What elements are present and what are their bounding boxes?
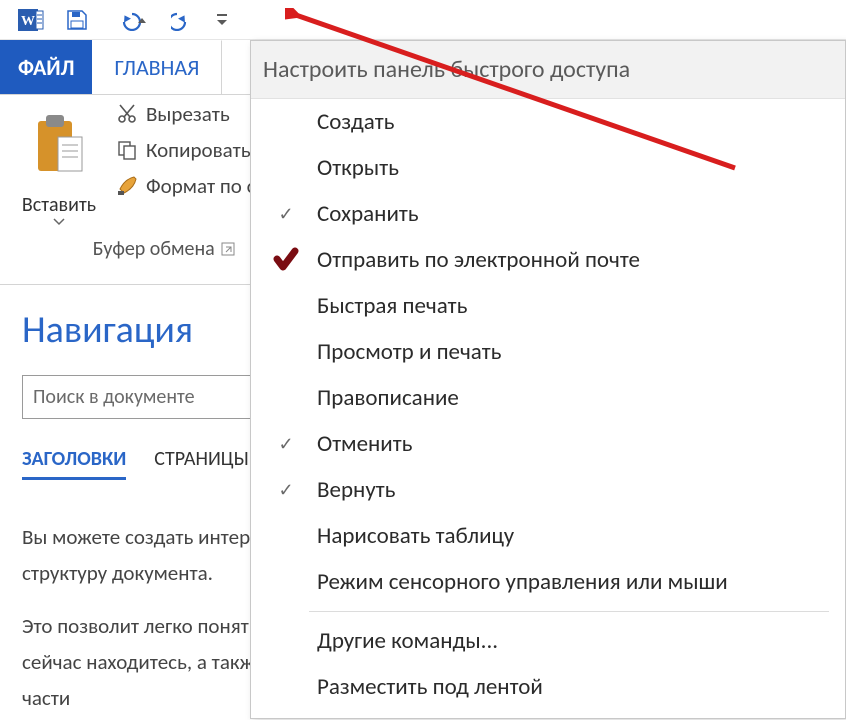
paste-button[interactable]: Вставить bbox=[8, 101, 110, 227]
cut-label: Вырезать bbox=[146, 101, 230, 127]
chevron-down-icon bbox=[53, 217, 65, 227]
undo-icon[interactable] bbox=[104, 1, 156, 39]
menu-item-label: Открыть bbox=[317, 154, 399, 182]
menu-item-spelling[interactable]: Правописание bbox=[251, 375, 845, 421]
dialog-launcher-icon[interactable] bbox=[221, 242, 235, 256]
menu-separator bbox=[309, 611, 829, 612]
cursor-check-icon bbox=[269, 247, 303, 273]
copy-icon bbox=[116, 139, 138, 161]
nav-tab-pages[interactable]: СТРАНИЦЫ bbox=[154, 447, 249, 480]
menu-item-save[interactable]: ✓ Сохранить bbox=[251, 191, 845, 237]
paintbrush-icon bbox=[116, 175, 138, 197]
menu-item-label: Режим сенсорного управления или мыши bbox=[317, 568, 728, 596]
check-icon: ✓ bbox=[278, 203, 293, 225]
menu-item-label: Создать bbox=[317, 108, 394, 136]
menu-item-quick-print[interactable]: Быстрая печать bbox=[251, 283, 845, 329]
clipboard-group-label: Буфер обмена bbox=[93, 237, 215, 261]
menu-item-redo[interactable]: ✓ Вернуть bbox=[251, 467, 845, 513]
paste-icon bbox=[25, 101, 93, 191]
menu-item-label: Правописание bbox=[317, 384, 459, 412]
menu-item-draw-table[interactable]: Нарисовать таблицу bbox=[251, 513, 845, 559]
menu-item-open[interactable]: Открыть bbox=[251, 145, 845, 191]
menu-item-label: Сохранить bbox=[317, 200, 419, 228]
menu-item-label: Просмотр и печать bbox=[317, 338, 501, 366]
customize-qat-icon[interactable] bbox=[212, 1, 232, 39]
search-placeholder: Поиск в документе bbox=[33, 385, 195, 409]
customize-qat-menu: Настроить панель быстрого доступа Создат… bbox=[250, 40, 846, 719]
tab-file[interactable]: ФАЙЛ bbox=[0, 40, 92, 94]
menu-item-below-ribbon[interactable]: Разместить под лентой bbox=[251, 664, 845, 710]
paste-label: Вставить bbox=[22, 193, 96, 217]
menu-item-label: Нарисовать таблицу bbox=[317, 522, 514, 550]
tab-file-label: ФАЙЛ bbox=[18, 54, 74, 81]
menu-item-label: Быстрая печать bbox=[317, 292, 467, 320]
scissors-icon bbox=[116, 103, 138, 125]
check-icon: ✓ bbox=[278, 433, 293, 455]
tab-home[interactable]: ГЛАВНАЯ bbox=[92, 40, 222, 94]
menu-item-touch-mouse-mode[interactable]: Режим сенсорного управления или мыши bbox=[251, 559, 845, 605]
menu-item-undo[interactable]: ✓ Отменить bbox=[251, 421, 845, 467]
save-icon[interactable] bbox=[58, 1, 96, 39]
menu-item-label: Другие команды... bbox=[317, 627, 498, 655]
nav-tab-headings[interactable]: ЗАГОЛОВКИ bbox=[22, 447, 126, 480]
menu-item-new[interactable]: Создать bbox=[251, 99, 845, 145]
menu-title: Настроить панель быстрого доступа bbox=[251, 41, 845, 99]
quick-access-toolbar: W bbox=[0, 0, 846, 40]
copy-label: Копировать bbox=[146, 137, 251, 163]
menu-item-label: Разместить под лентой bbox=[317, 673, 543, 701]
menu-item-print-preview[interactable]: Просмотр и печать bbox=[251, 329, 845, 375]
word-app-icon[interactable]: W bbox=[12, 1, 50, 39]
check-icon: ✓ bbox=[278, 479, 293, 501]
menu-item-label: Отменить bbox=[317, 430, 412, 458]
svg-text:W: W bbox=[21, 14, 35, 29]
redo-icon[interactable] bbox=[164, 1, 202, 39]
menu-item-more-commands[interactable]: Другие команды... bbox=[251, 618, 845, 664]
menu-item-email[interactable]: Отправить по электронной почте bbox=[251, 237, 845, 283]
tab-home-label: ГЛАВНАЯ bbox=[114, 54, 199, 81]
menu-item-label: Вернуть bbox=[317, 476, 395, 504]
menu-item-label: Отправить по электронной почте bbox=[317, 246, 640, 274]
